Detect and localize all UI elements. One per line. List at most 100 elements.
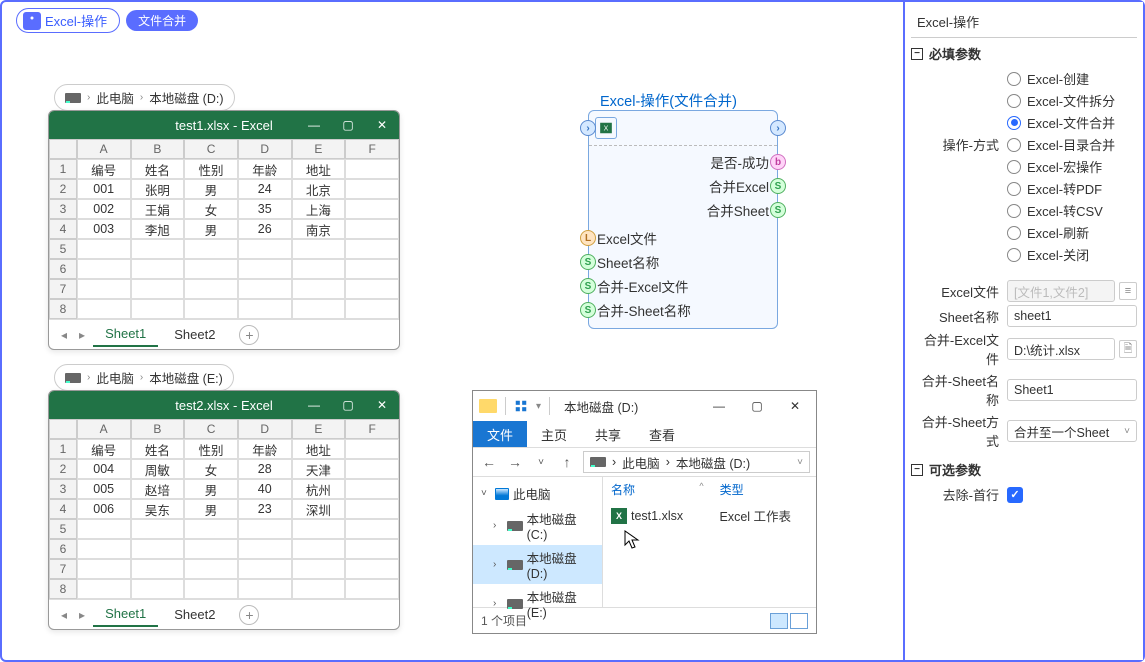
input-sheet-name[interactable]: sheet1 [1007, 305, 1137, 327]
radio-op[interactable] [1007, 116, 1021, 130]
ribbon-tab-share[interactable]: 共享 [581, 421, 635, 447]
cell[interactable]: 赵培 [131, 479, 185, 499]
cell[interactable] [238, 299, 292, 319]
cell[interactable] [184, 519, 238, 539]
file-picker-icon[interactable]: ≡ [1119, 282, 1137, 300]
cell[interactable]: 男 [184, 219, 238, 239]
sheet-tab[interactable]: Sheet2 [162, 323, 227, 346]
row-header[interactable]: 3 [49, 199, 77, 219]
cell[interactable]: 性别 [184, 439, 238, 459]
cell[interactable] [292, 279, 346, 299]
cell[interactable] [184, 259, 238, 279]
cell[interactable]: 001 [77, 179, 131, 199]
close-button[interactable]: ✕ [365, 391, 399, 419]
col-header[interactable]: F [345, 419, 399, 439]
file-picker-icon[interactable]: 🗎 [1119, 340, 1137, 358]
sheet-tab[interactable]: Sheet2 [162, 603, 227, 626]
cell[interactable]: 南京 [292, 219, 346, 239]
cell[interactable]: 年龄 [238, 159, 292, 179]
cell[interactable]: 40 [238, 479, 292, 499]
cell[interactable]: 吴东 [131, 499, 185, 519]
ribbon-tab-home[interactable]: 主页 [527, 421, 581, 447]
cell[interactable]: 姓名 [131, 439, 185, 459]
cell[interactable] [238, 539, 292, 559]
col-header[interactable]: A [77, 139, 131, 159]
nav-history[interactable]: ˅ [531, 457, 551, 468]
cell[interactable] [238, 279, 292, 299]
cell[interactable]: 年龄 [238, 439, 292, 459]
port-string[interactable]: S [580, 278, 596, 294]
radio-op[interactable] [1007, 72, 1021, 86]
cell[interactable] [345, 159, 399, 179]
tab-prev[interactable]: ◂ [57, 328, 71, 342]
col-header-type[interactable]: 类型 [720, 481, 808, 498]
cell[interactable] [292, 519, 346, 539]
flow-node[interactable]: › X › 是否-成功b 合并ExcelS 合并SheetS LExcel文件 … [588, 110, 778, 329]
cell[interactable]: 28 [238, 459, 292, 479]
cell[interactable] [131, 239, 185, 259]
cell[interactable]: 002 [77, 199, 131, 219]
cell[interactable]: 性别 [184, 159, 238, 179]
cell[interactable] [238, 559, 292, 579]
cell[interactable] [238, 519, 292, 539]
col-header[interactable]: E [292, 139, 346, 159]
col-header[interactable]: B [131, 419, 185, 439]
radio-op[interactable] [1007, 182, 1021, 196]
radio-op[interactable] [1007, 94, 1021, 108]
col-header[interactable]: B [131, 139, 185, 159]
col-header[interactable]: D [238, 419, 292, 439]
radio-op[interactable] [1007, 138, 1021, 152]
cell[interactable]: 男 [184, 179, 238, 199]
cell[interactable]: 35 [238, 199, 292, 219]
cell[interactable] [345, 199, 399, 219]
nav-back[interactable]: ← [479, 454, 499, 470]
cell[interactable]: 006 [77, 499, 131, 519]
cell[interactable] [345, 519, 399, 539]
cell[interactable] [345, 179, 399, 199]
col-header-name[interactable]: 名称 [611, 481, 699, 498]
cell[interactable]: 女 [184, 459, 238, 479]
sheet-tab[interactable]: Sheet1 [93, 602, 158, 627]
cell[interactable]: 张明 [131, 179, 185, 199]
cell[interactable] [345, 539, 399, 559]
ribbon-tab-view[interactable]: 查看 [635, 421, 689, 447]
cell[interactable]: 男 [184, 479, 238, 499]
cell[interactable] [77, 519, 131, 539]
col-header[interactable]: C [184, 139, 238, 159]
cell[interactable]: 上海 [292, 199, 346, 219]
minimize-button[interactable]: — [704, 394, 734, 418]
input-excel-file[interactable]: [文件1,文件2] [1007, 280, 1115, 302]
tree-this-pc[interactable]: ˅此电脑 [473, 481, 602, 506]
cell[interactable]: 天津 [292, 459, 346, 479]
cell[interactable]: 23 [238, 499, 292, 519]
tab-next[interactable]: ▸ [75, 608, 89, 622]
cell[interactable] [292, 539, 346, 559]
cell[interactable] [345, 479, 399, 499]
cell[interactable]: 26 [238, 219, 292, 239]
cell[interactable] [184, 299, 238, 319]
cell[interactable] [184, 559, 238, 579]
radio-op[interactable] [1007, 248, 1021, 262]
input-merge-file[interactable]: D:\统计.xlsx [1007, 338, 1115, 360]
cell[interactable]: 男 [184, 499, 238, 519]
ribbon-tab-file[interactable]: 文件 [473, 421, 527, 447]
port-list[interactable]: L [580, 230, 596, 246]
maximize-button[interactable]: ▢ [742, 394, 772, 418]
cell[interactable]: 女 [184, 199, 238, 219]
cell[interactable] [184, 539, 238, 559]
cell[interactable]: 王娟 [131, 199, 185, 219]
cell[interactable] [292, 299, 346, 319]
add-sheet-button[interactable]: + [239, 605, 259, 625]
sheet-tab[interactable]: Sheet1 [93, 322, 158, 347]
cell[interactable] [77, 559, 131, 579]
cell[interactable] [131, 259, 185, 279]
row-header[interactable]: 5 [49, 519, 77, 539]
radio-op[interactable] [1007, 204, 1021, 218]
tree-disk-c[interactable]: ›本地磁盘 (C:) [473, 506, 602, 545]
tab-prev[interactable]: ◂ [57, 608, 71, 622]
port-string[interactable]: S [580, 254, 596, 270]
add-sheet-button[interactable]: + [239, 325, 259, 345]
row-header[interactable]: 6 [49, 539, 77, 559]
cell[interactable] [292, 579, 346, 599]
cell[interactable] [292, 239, 346, 259]
